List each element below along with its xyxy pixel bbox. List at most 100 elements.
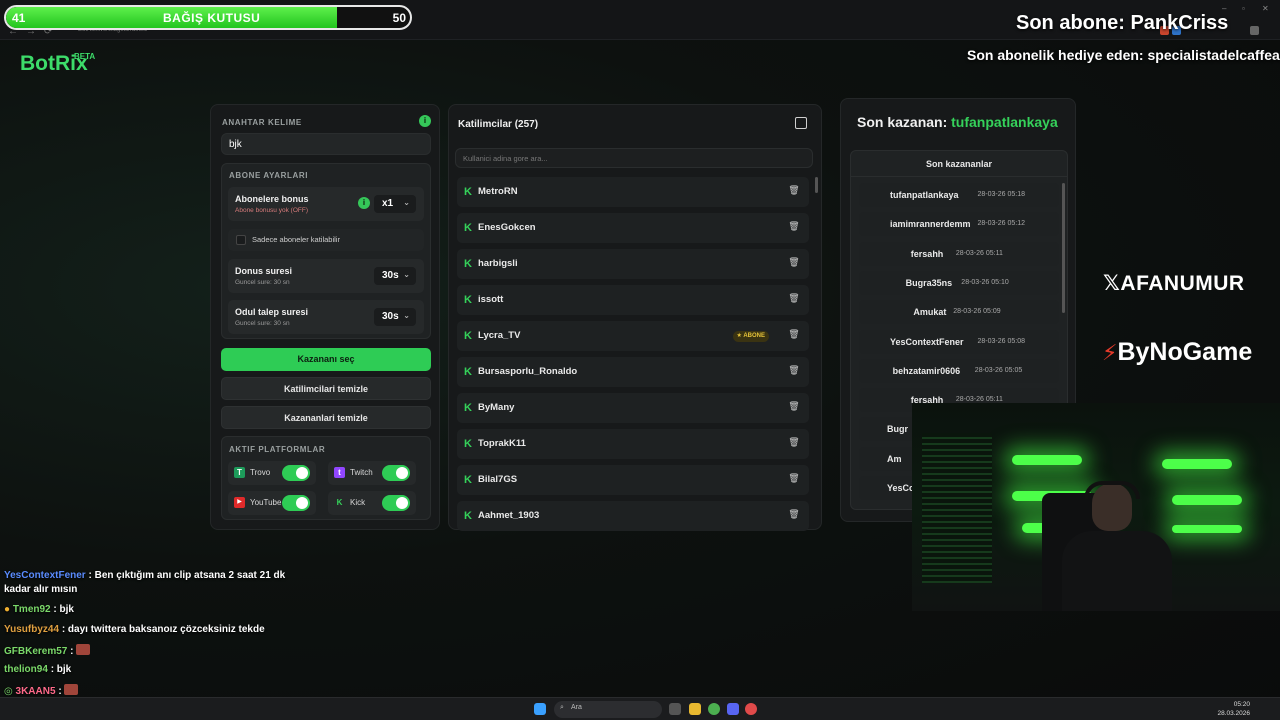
- platform-trovo: T Trovo: [228, 461, 316, 485]
- winner-row: tufanpatlankaya 28-03-26 05:18: [859, 183, 1059, 207]
- winner-row: iamimrannerdemm 28-03-26 05:12: [859, 212, 1059, 237]
- webcam-feed: [912, 403, 1280, 611]
- taskbar-search[interactable]: ⌕ Ara: [554, 701, 662, 718]
- emote-icon: [64, 684, 79, 695]
- spin-duration-select[interactable]: 30s ⌄: [374, 267, 416, 285]
- winner-time: 28-03-26 05:09: [953, 308, 1001, 316]
- emote-icon: [76, 644, 91, 655]
- task-view-icon[interactable]: [669, 703, 681, 715]
- taskbar-clock[interactable]: 05:20 28.03.2026: [1217, 700, 1250, 718]
- kick-icon: K: [464, 438, 472, 450]
- chat-username[interactable]: YesContextFener: [4, 570, 86, 581]
- profile-icon[interactable]: [1250, 26, 1259, 35]
- platform-twitch: t Twitch: [328, 461, 416, 485]
- chat-text: kadar alır mısın: [4, 584, 78, 595]
- discord-icon[interactable]: [727, 703, 739, 715]
- led-light: [1172, 495, 1242, 505]
- participant-row[interactable]: K Bursasporlu_Ronaldo 🗑: [457, 357, 809, 387]
- maximize-icon[interactable]: ▫: [1242, 4, 1245, 13]
- chevron-down-icon: ⌄: [403, 270, 410, 279]
- participant-search-input[interactable]: Kullanici adina gore ara...: [455, 148, 813, 168]
- platforms-label: AKTIF PLATFORMLAR: [229, 445, 326, 454]
- twitch-icon: t: [334, 467, 345, 478]
- info-icon[interactable]: i: [358, 197, 370, 209]
- chat-username[interactable]: Tmen92: [13, 604, 51, 615]
- copy-icon[interactable]: [795, 117, 807, 129]
- badge-icon: ●: [4, 604, 13, 615]
- last-gift-sub: Son abonelik hediye eden: specialistadel…: [967, 47, 1280, 63]
- winners-scrollbar[interactable]: [1062, 183, 1065, 313]
- trash-icon[interactable]: 🗑: [787, 185, 801, 199]
- platform-name: YouTube: [250, 498, 282, 507]
- list-scrollbar[interactable]: [815, 177, 818, 193]
- chat-username[interactable]: GFBKerem57: [4, 646, 67, 657]
- youtube-toggle[interactable]: [282, 495, 310, 511]
- participant-name: issott: [478, 294, 504, 305]
- participant-row[interactable]: K ToprakK11 🗑: [457, 429, 809, 459]
- claim-current: Guncel sure: 30 sn: [235, 320, 290, 327]
- winner-name: Amukat: [913, 307, 947, 318]
- chat-username[interactable]: thelion94: [4, 664, 48, 675]
- winner-name: behzatamir0606: [892, 365, 961, 376]
- start-icon[interactable]: [534, 703, 546, 715]
- chat-username[interactable]: 3KAAN5: [16, 686, 56, 697]
- claim-duration-row: Odul talep suresi Guncel sure: 30 sn 30s…: [228, 300, 424, 334]
- sub-bonus-select[interactable]: x1 ⌄: [374, 195, 416, 213]
- trash-icon[interactable]: 🗑: [787, 509, 801, 523]
- winner-name: Bugr: [887, 424, 908, 435]
- subs-only-checkbox[interactable]: [236, 235, 246, 245]
- info-icon[interactable]: i: [419, 115, 431, 127]
- youtube-icon: ▶: [234, 497, 245, 508]
- chevron-down-icon: ⌄: [403, 198, 410, 207]
- kick-toggle[interactable]: [382, 495, 410, 511]
- participant-row[interactable]: K Aahmet_1903 🗑: [457, 501, 809, 531]
- kick-icon: K: [464, 294, 472, 306]
- trash-icon[interactable]: 🗑: [787, 473, 801, 487]
- winner-time: 28-03-26 05:12: [977, 220, 1025, 228]
- participant-row[interactable]: Kissott 🗑: [457, 285, 809, 315]
- participant-row[interactable]: K MetroRN 🗑: [457, 177, 809, 207]
- winner-name: tufanpatlankaya: [890, 190, 959, 200]
- subscriber-settings-box: ABONE AYARLARI Abonelere bonus Abone bon…: [221, 163, 431, 339]
- keyword-label: ANAHTAR KELIME: [222, 118, 302, 127]
- subscriber-badge: ★ ABONE: [732, 331, 769, 342]
- keyword-input[interactable]: bjk: [221, 133, 431, 155]
- trash-icon[interactable]: 🗑: [787, 329, 801, 343]
- donation-current: 41: [12, 11, 26, 25]
- participant-row[interactable]: K Bilal7GS 🗑: [457, 465, 809, 495]
- obs-icon[interactable]: [745, 703, 757, 715]
- platform-name: Twitch: [350, 468, 373, 477]
- clear-participants-button[interactable]: Katilimcilari temizle: [221, 377, 431, 400]
- trash-icon[interactable]: 🗑: [787, 221, 801, 235]
- clock-date: 28.03.2026: [1217, 710, 1250, 717]
- sub-bonus-title: Abonelere bonus: [235, 194, 309, 204]
- winner-name: YesContextFener: [890, 336, 964, 347]
- chrome-icon[interactable]: [708, 703, 720, 715]
- participant-row[interactable]: K Lycra_TV ★ ABONE 🗑: [457, 321, 809, 351]
- participants-title: Katilimcilar (257): [458, 119, 539, 130]
- sub-bonus-row: Abonelere bonus Abone bonusu yok (OFF) i…: [228, 187, 424, 221]
- trovo-toggle[interactable]: [282, 465, 310, 481]
- trash-icon[interactable]: 🗑: [787, 293, 801, 307]
- subs-only-row[interactable]: Sadece aboneler katilabilir: [228, 229, 424, 251]
- trovo-icon: T: [234, 467, 245, 478]
- participant-row[interactable]: K EnesGokcen 🗑: [457, 213, 809, 243]
- trash-icon[interactable]: 🗑: [787, 257, 801, 271]
- chat-username[interactable]: Yusufbyz44: [4, 624, 59, 635]
- close-icon[interactable]: ✕: [1262, 4, 1269, 13]
- x-handle: AFANUMUR: [1120, 272, 1245, 295]
- participant-row[interactable]: Kharbigsli 🗑: [457, 249, 809, 279]
- trash-icon[interactable]: 🗑: [787, 365, 801, 379]
- trash-icon[interactable]: 🗑: [787, 437, 801, 451]
- last-winner-name: tufanpatlankaya: [951, 114, 1058, 130]
- platform-youtube: ▶ YouTube: [228, 491, 316, 515]
- participant-row[interactable]: K ByMany 🗑: [457, 393, 809, 423]
- folder-icon[interactable]: [689, 703, 701, 715]
- clear-winners-button[interactable]: Kazananlari temizle: [221, 406, 431, 429]
- claim-duration-select[interactable]: 30s ⌄: [374, 308, 416, 326]
- pick-winner-button[interactable]: Kazananı seç: [221, 348, 431, 371]
- trash-icon[interactable]: 🗑: [787, 401, 801, 415]
- twitch-toggle[interactable]: [382, 465, 410, 481]
- window-blinds: [922, 433, 992, 583]
- winner-time: 28-03-26 05:08: [977, 337, 1025, 345]
